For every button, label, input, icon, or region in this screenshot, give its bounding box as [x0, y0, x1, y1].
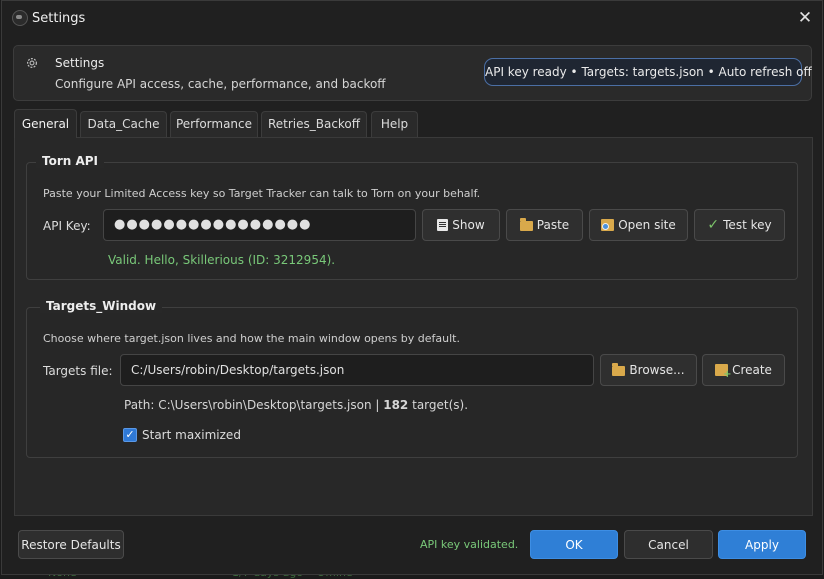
targets-path-info: Path: C:\Users\robin\Desktop\targets.jso…	[124, 398, 468, 412]
start-maximized-label[interactable]: Start maximized	[142, 428, 241, 442]
title-bar[interactable]: Settings ✕	[2, 1, 822, 37]
paste-button[interactable]: Paste	[506, 209, 583, 241]
footer-status-text: API key validated.	[420, 538, 519, 551]
test-key-label: Test key	[723, 218, 772, 232]
cancel-button[interactable]: Cancel	[624, 530, 713, 559]
api-key-label: API Key:	[43, 219, 91, 233]
window-title: Settings	[32, 11, 86, 26]
path-prefix: Path: C:\Users\robin\Desktop\targets.jso…	[124, 398, 384, 412]
header-subtitle: Configure API access, cache, performance…	[55, 77, 386, 91]
create-label: Create	[732, 363, 772, 377]
browse-button[interactable]: Browse...	[600, 354, 697, 386]
start-maximized-checkbox[interactable]: ✓	[123, 428, 137, 442]
apply-button[interactable]: Apply	[718, 530, 806, 559]
settings-dialog: Settings ✕ Settings Configure API access…	[1, 0, 823, 575]
tab-help[interactable]: Help	[371, 111, 418, 137]
group-title: Torn API	[36, 154, 105, 168]
test-key-button[interactable]: ✓ Test key	[694, 209, 785, 241]
tab-data-cache[interactable]: Data_Cache	[80, 111, 167, 137]
clipboard-icon	[519, 218, 533, 231]
path-suffix: target(s).	[408, 398, 469, 412]
gear-icon	[27, 58, 37, 68]
status-badge: API key ready • Targets: targets.json • …	[484, 58, 812, 86]
open-site-button[interactable]: Open site	[589, 209, 688, 241]
api-validation-message: Valid. Hello, Skillerious (ID: 3212954).	[108, 253, 336, 267]
group-title: Targets_Window	[40, 299, 163, 313]
browse-label: Browse...	[629, 363, 685, 377]
paste-label: Paste	[536, 218, 570, 232]
header-title: Settings	[55, 56, 105, 70]
show-label: Show	[452, 218, 485, 232]
globe-icon	[601, 219, 615, 231]
targets-description: Choose where target.json lives and how t…	[43, 332, 460, 345]
document-icon	[437, 219, 449, 231]
folder-icon	[612, 363, 626, 376]
app-icon	[12, 10, 28, 26]
tab-retries-backoff[interactable]: Retries_Backoff	[261, 111, 367, 137]
checkmark-icon: ✓	[707, 217, 720, 233]
api-key-input[interactable]: ●●●●●●●●●●●●●●●●	[103, 209, 416, 241]
show-button[interactable]: Show	[422, 209, 500, 241]
new-folder-icon	[715, 364, 731, 379]
ok-button[interactable]: OK	[530, 530, 618, 559]
open-site-label: Open site	[618, 218, 676, 232]
targets-file-label: Targets file:	[43, 364, 113, 378]
target-count: 182	[383, 398, 409, 412]
targets-file-input[interactable]: C:/Users/robin/Desktop/targets.json	[120, 354, 594, 386]
tab-general[interactable]: General	[14, 109, 77, 138]
restore-defaults-button[interactable]: Restore Defaults	[18, 530, 124, 559]
api-description: Paste your Limited Access key so Target …	[43, 187, 481, 200]
header-panel: Settings Configure API access, cache, pe…	[13, 45, 812, 101]
create-button[interactable]: Create	[702, 354, 785, 386]
tab-performance[interactable]: Performance	[170, 111, 258, 137]
close-button[interactable]: ✕	[794, 7, 816, 29]
